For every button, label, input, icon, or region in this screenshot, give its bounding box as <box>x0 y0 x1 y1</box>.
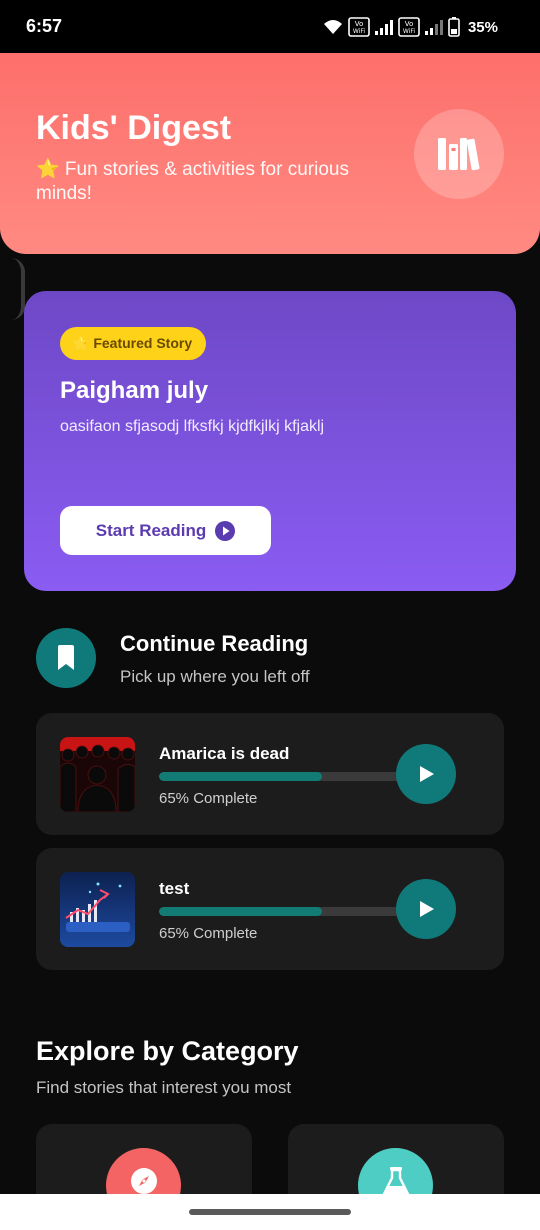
status-icons: Vo WiFi Vo WiFi 35% <box>322 15 498 39</box>
progress-text: 65% Complete <box>159 790 258 807</box>
play-circle-icon <box>215 520 236 541</box>
reading-title: Amarica is dead <box>159 744 290 763</box>
svg-text:WiFi: WiFi <box>403 28 415 35</box>
reading-title: test <box>159 879 190 898</box>
status-bar: 6:57 Vo WiFi Vo WiFi 35% <box>0 0 540 53</box>
play-icon <box>420 901 434 917</box>
reading-card-amarica[interactable]: Amarica is dead 65% Complete <box>36 713 504 835</box>
progress-text: 65% Complete <box>159 925 258 942</box>
bookmark-badge <box>36 628 96 688</box>
featured-badge: ⭐ Featured Story <box>60 327 207 360</box>
battery-icon <box>448 17 460 37</box>
growth-chart-image <box>60 872 135 947</box>
home-gesture-handle[interactable] <box>189 1209 351 1215</box>
volte-wifi-icon: Vo WiFi <box>348 17 370 37</box>
progress-bar <box>159 907 409 916</box>
battery-percent: 35% <box>467 18 498 36</box>
library-icon <box>438 138 480 171</box>
app-subtitle: ⭐ Fun stories & activities for curious m… <box>36 159 349 204</box>
crowd-silhouette-image <box>60 737 135 812</box>
library-button[interactable] <box>414 109 504 199</box>
progress-fill <box>159 907 322 916</box>
flask-icon <box>382 1167 409 1196</box>
featured-title: Paigham july <box>60 377 209 404</box>
progress-fill <box>159 772 322 781</box>
wifi-icon <box>323 20 342 34</box>
continue-reading-title: Continue Reading <box>120 631 309 656</box>
explore-subtitle: Find stories that interest you most <box>36 1078 292 1097</box>
svg-text:Vo: Vo <box>405 20 414 28</box>
bookmark-icon <box>58 645 74 670</box>
svg-text:Vo: Vo <box>355 20 364 28</box>
play-button[interactable] <box>396 879 456 939</box>
compass-icon <box>130 1168 157 1194</box>
app-title: Kids' Digest <box>36 109 232 147</box>
app-header: Kids' Digest ⭐ Fun stories & activities … <box>0 53 540 254</box>
continue-reading-subtitle: Pick up where you left off <box>120 667 310 686</box>
scroll-edge-indicator <box>11 258 25 320</box>
start-reading-button[interactable]: Start Reading <box>60 506 271 555</box>
signal-icon <box>424 20 443 35</box>
reading-card-test[interactable]: test 65% Complete <box>36 848 504 970</box>
system-nav-bar <box>0 1194 540 1230</box>
play-icon <box>420 766 434 782</box>
featured-story-card[interactable]: ⭐ Featured Story Paigham july oasifaon s… <box>24 291 516 591</box>
signal-icon <box>374 20 393 35</box>
volte-wifi-icon: Vo WiFi <box>398 17 420 37</box>
svg-text:WiFi: WiFi <box>353 28 365 35</box>
status-time: 6:57 <box>26 16 63 36</box>
explore-title: Explore by Category <box>36 1036 299 1066</box>
play-button[interactable] <box>396 744 456 804</box>
featured-description: oasifaon sfjasodj lfksfkj kjdfkjlkj kfja… <box>60 418 325 435</box>
featured-badge-label: ⭐ Featured Story <box>72 335 193 351</box>
progress-bar <box>159 772 409 781</box>
start-reading-label: Start Reading <box>95 520 207 540</box>
